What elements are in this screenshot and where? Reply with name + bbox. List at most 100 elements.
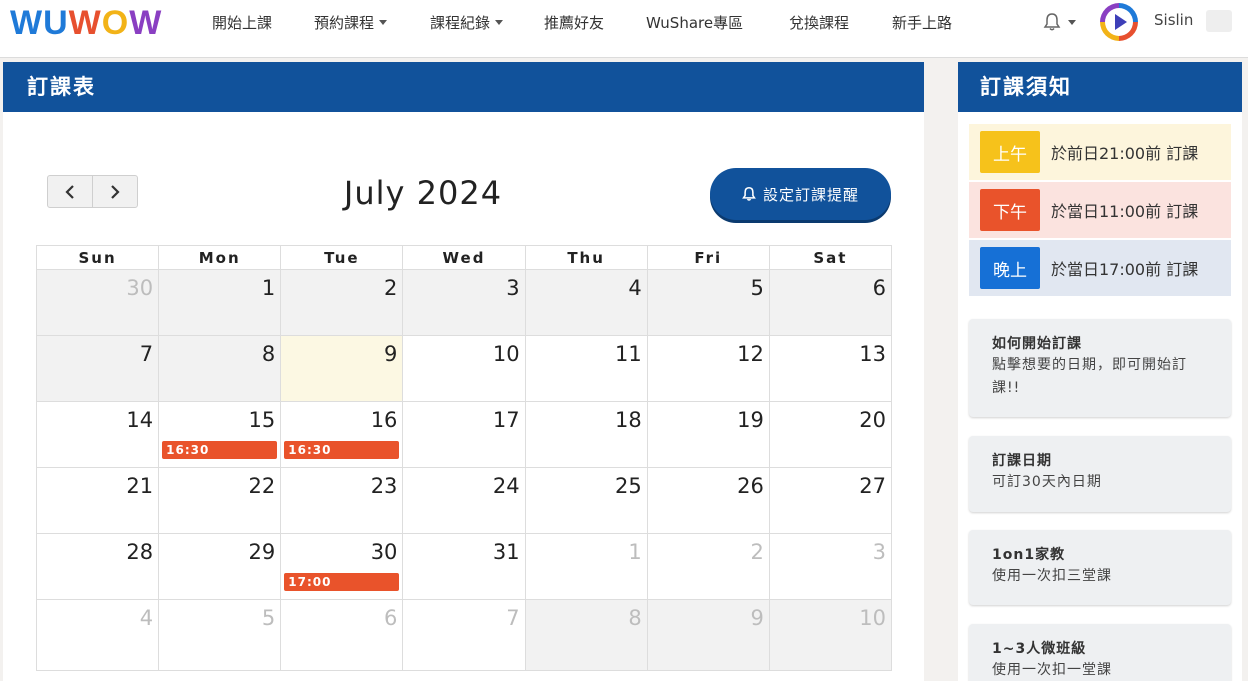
month-nav (47, 175, 138, 208)
calendar-day-cell[interactable]: 26 (647, 468, 770, 534)
calendar-day-cell[interactable]: 4 (525, 270, 648, 336)
day-number: 18 (614, 408, 642, 432)
calendar-day-cell[interactable]: 9 (647, 600, 770, 671)
day-number: 11 (614, 342, 642, 366)
slot-afternoon: 下午 於當日11:00前 訂課 (969, 182, 1231, 238)
calendar-day-cell[interactable]: 22 (159, 468, 282, 534)
day-number: 29 (248, 540, 276, 564)
calendar-day-cell[interactable]: 5 (647, 270, 770, 336)
calendar-day-cell[interactable]: 11 (525, 336, 648, 402)
day-number: 20 (859, 408, 886, 432)
nav-beginner-guide[interactable]: 新手上路 (892, 0, 952, 44)
calendar-day-cell[interactable]: 5 (159, 600, 282, 671)
calendar-day-cell[interactable]: 14 (37, 402, 160, 468)
day-number: 31 (492, 540, 520, 564)
day-number: 4 (628, 276, 642, 300)
slot-tag: 上午 (980, 131, 1040, 173)
next-month-button[interactable] (93, 176, 137, 207)
play-icon (1115, 14, 1127, 30)
day-number: 15 (248, 408, 276, 432)
calendar-day-cell[interactable]: 6 (769, 270, 892, 336)
booked-class-event[interactable]: 17:00 (284, 573, 400, 591)
calendar-day-cell[interactable]: 16 16:30 (281, 402, 404, 468)
calendar-day-cell[interactable]: 10 (769, 600, 892, 671)
prev-month-button[interactable] (48, 176, 93, 207)
calendar-day-cell[interactable]: 9 (281, 336, 404, 402)
day-number: 30 (126, 276, 154, 300)
day-number: 7 (506, 606, 520, 630)
calendar-day-cell[interactable]: 30 17:00 (281, 534, 404, 600)
nav-wushare[interactable]: WuShare專區 (646, 0, 743, 44)
nav-redeem-course[interactable]: 兌換課程 (789, 0, 849, 44)
chevron-down-icon (379, 19, 388, 25)
calendar-day-cell[interactable]: 7 (403, 600, 526, 671)
day-number: 5 (750, 276, 764, 300)
nav-refer-friend[interactable]: 推薦好友 (544, 0, 604, 44)
calendar-day-cell[interactable]: 3 (403, 270, 526, 336)
day-number: 2 (750, 540, 764, 564)
day-number: 13 (859, 342, 886, 366)
weekday-thu: Thu (525, 246, 648, 270)
booking-calendar-card: 訂課表 July 2024 設定訂課提醒 Sun Mon Tue Wed Thu Fri S… (3, 62, 924, 681)
calendar-day-cell[interactable]: 13 (769, 336, 892, 402)
calendar-day-cell[interactable]: 27 (769, 468, 892, 534)
calendar-day-cell[interactable]: 2 (281, 270, 404, 336)
weekday-tue: Tue (281, 246, 404, 270)
calendar-day-cell[interactable]: 8 (525, 600, 648, 671)
calendar-day-cell[interactable]: 1 (525, 534, 648, 600)
day-number: 9 (750, 606, 764, 630)
day-number: 3 (872, 540, 886, 564)
calendar-day-cell[interactable]: 19 (647, 402, 770, 468)
day-number: 10 (859, 606, 886, 630)
calendar-day-cell[interactable]: 6 (281, 600, 404, 671)
calendar-day-cell[interactable]: 28 (37, 534, 160, 600)
calendar-grid: Sun Mon Tue Wed Thu Fri Sat 30 1 2 3 4 5 6 7 8 9 10 11 12 1… (36, 245, 892, 671)
calendar-day-cell[interactable]: 18 (525, 402, 648, 468)
day-number: 19 (737, 408, 764, 432)
calendar-day-cell[interactable]: 31 (403, 534, 526, 600)
day-number: 4 (139, 606, 154, 630)
day-number: 22 (248, 474, 276, 498)
wuwow-logo[interactable]: WUWOW (10, 4, 162, 42)
calendar-day-cell[interactable]: 23 (281, 468, 404, 534)
weekday-mon: Mon (159, 246, 282, 270)
day-number: 23 (370, 474, 398, 498)
booked-class-event[interactable]: 16:30 (162, 441, 278, 459)
calendar-day-cell[interactable]: 10 (403, 336, 526, 402)
calendar-day-cell[interactable]: 21 (37, 468, 160, 534)
nav-start-class[interactable]: 開始上課 (212, 0, 272, 44)
day-number: 8 (261, 342, 276, 366)
bell-icon (742, 186, 756, 201)
chevron-down-icon[interactable] (1068, 20, 1076, 25)
calendar-day-cell[interactable]: 7 (37, 336, 160, 402)
day-number: 17 (492, 408, 520, 432)
calendar-day-cell[interactable]: 1 (159, 270, 282, 336)
avatar[interactable] (1100, 3, 1138, 41)
booked-class-event[interactable]: 16:30 (284, 441, 400, 459)
set-booking-reminder-button[interactable]: 設定訂課提醒 (710, 168, 891, 220)
slot-rule: 於當日17:00前 訂課 (1051, 260, 1199, 279)
calendar-day-cell[interactable]: 8 (159, 336, 282, 402)
day-number: 8 (628, 606, 642, 630)
calendar-day-cell[interactable]: 17 (403, 402, 526, 468)
calendar-day-cell[interactable]: 2 (647, 534, 770, 600)
card-title: 訂課須知 (958, 62, 1242, 112)
calendar-day-cell[interactable]: 15 16:30 (159, 402, 282, 468)
nav-book-course[interactable]: 預約課程 (314, 0, 388, 44)
bell-icon[interactable] (1043, 12, 1061, 32)
calendar-day-cell[interactable]: 25 (525, 468, 648, 534)
day-number: 24 (492, 474, 520, 498)
calendar-day-cell[interactable]: 30 (37, 270, 160, 336)
username[interactable]: Sislin (1154, 11, 1193, 29)
day-number: 16 (370, 408, 398, 432)
day-number: 14 (126, 408, 154, 432)
calendar-day-cell[interactable]: 4 (37, 600, 160, 671)
calendar-day-cell[interactable]: 20 (769, 402, 892, 468)
info-booking-dates: 訂課日期 可訂30天內日期 (969, 436, 1231, 512)
calendar-day-cell[interactable]: 3 (769, 534, 892, 600)
day-number: 6 (384, 606, 398, 630)
calendar-day-cell[interactable]: 12 (647, 336, 770, 402)
calendar-day-cell[interactable]: 24 (403, 468, 526, 534)
nav-course-records[interactable]: 課程紀錄 (430, 0, 504, 44)
calendar-day-cell[interactable]: 29 (159, 534, 282, 600)
